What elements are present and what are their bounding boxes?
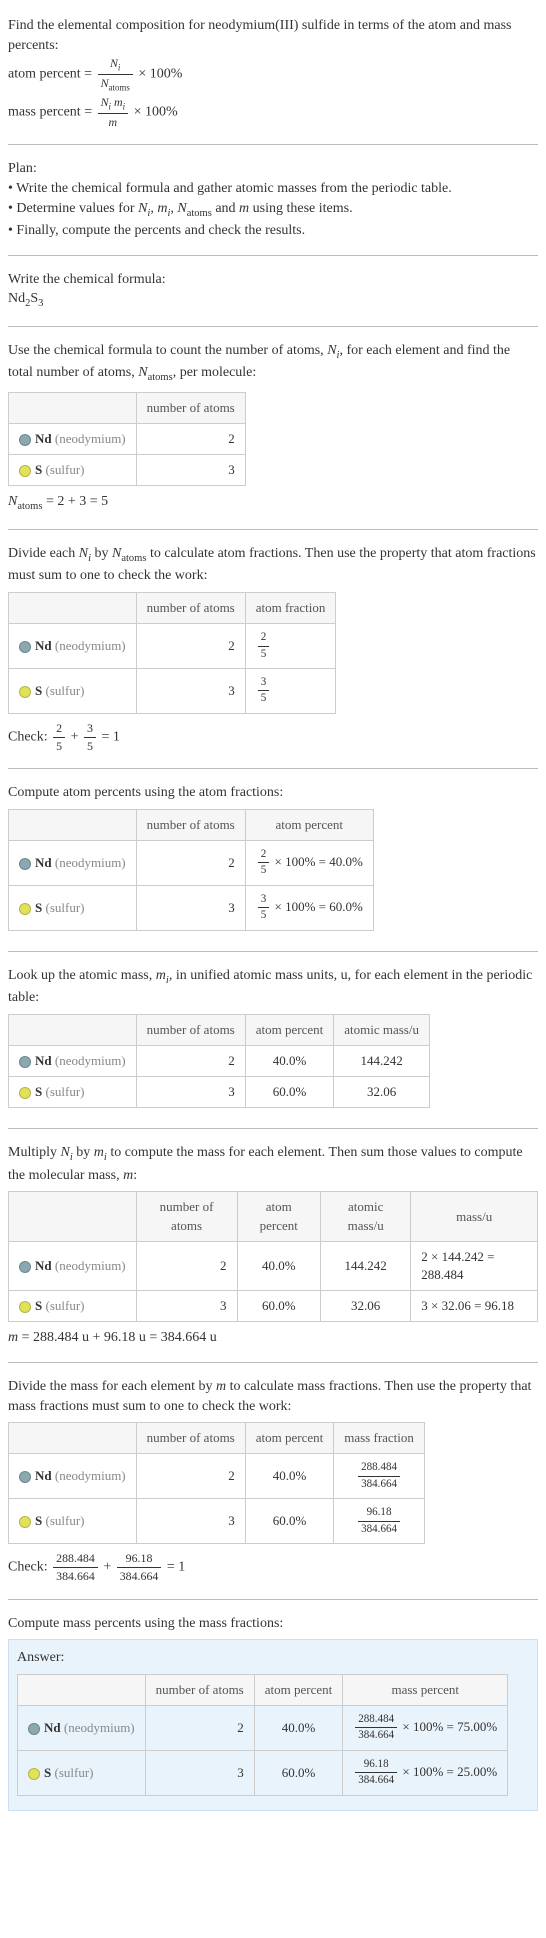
- element-color-dot: [19, 434, 31, 446]
- mass-percent-formula: mass percent = Ni mi m × 100%: [8, 94, 538, 131]
- element-color-dot: [28, 1768, 40, 1780]
- element-color-dot: [19, 1471, 31, 1483]
- element-color-dot: [19, 903, 31, 915]
- table-row: S (sulfur) 3 35: [9, 668, 336, 713]
- atomic-mass-block: Look up the atomic mass, mi, in unified …: [8, 958, 538, 1123]
- table-row: Nd (neodymium) 2: [9, 423, 246, 454]
- table-header-row: number of atoms atom percent: [9, 809, 374, 840]
- plan-title: Plan:: [8, 159, 538, 179]
- plan-bullet-2: • Determine values for Ni, mi, Natoms an…: [8, 199, 538, 221]
- molecular-mass-eq: m = 288.484 u + 96.18 u = 384.664 u: [8, 1328, 538, 1348]
- answer-title: Answer:: [17, 1648, 529, 1668]
- table-header-row: number of atoms atom percent atomic mass…: [9, 1192, 538, 1241]
- table-natoms: number of atoms Nd (neodymium) 2 S (sulf…: [8, 392, 246, 487]
- element-color-dot: [19, 465, 31, 477]
- times-100: × 100%: [138, 67, 182, 82]
- atom-fraction-text: Divide each Ni by Natoms to calculate at…: [8, 544, 538, 586]
- divider: [8, 144, 538, 145]
- table-header-row: number of atoms atom percent mass fracti…: [9, 1423, 425, 1454]
- divider: [8, 255, 538, 256]
- table-header-row: number of atoms atom fraction: [9, 592, 336, 623]
- times-100: × 100%: [134, 104, 178, 119]
- intro-text: Find the elemental composition for neody…: [8, 16, 538, 55]
- element-color-dot: [19, 858, 31, 870]
- check-mass-fraction: Check: 288.484384.664 + 96.18384.664 = 1: [8, 1550, 538, 1584]
- mass-percent-text: Compute mass percents using the mass fra…: [8, 1614, 538, 1634]
- divider: [8, 529, 538, 530]
- table-header-row: number of atoms atom percent atomic mass…: [9, 1014, 430, 1045]
- element-color-dot: [28, 1723, 40, 1735]
- table-row: S (sulfur) 3 60.0% 96.18384.664: [9, 1499, 425, 1544]
- divider: [8, 768, 538, 769]
- divider: [8, 1599, 538, 1600]
- table-answer: number of atoms atom percent mass percen…: [17, 1674, 508, 1796]
- mass-fraction-text: Divide the mass for each element by m to…: [8, 1377, 538, 1416]
- element-color-dot: [19, 1087, 31, 1099]
- table-mass-fraction: number of atoms atom percent mass fracti…: [8, 1422, 425, 1544]
- table-header-row: number of atoms: [9, 392, 246, 423]
- plan-block: Plan: • Write the chemical formula and g…: [8, 151, 538, 248]
- table-row: S (sulfur) 3 35 × 100% = 60.0%: [9, 885, 374, 930]
- table-row: S (sulfur) 3 60.0% 32.06 3 × 32.06 = 96.…: [9, 1291, 538, 1322]
- chem-title: Write the chemical formula:: [8, 270, 538, 290]
- element-color-dot: [19, 1516, 31, 1528]
- chem-formula: Nd2S3: [8, 289, 538, 311]
- divider: [8, 1128, 538, 1129]
- element-color-dot: [19, 686, 31, 698]
- atomic-mass-text: Look up the atomic mass, mi, in unified …: [8, 966, 538, 1008]
- table-row: Nd (neodymium) 2 40.0% 288.484384.664 × …: [18, 1705, 508, 1750]
- lbl: atom percent =: [8, 67, 92, 82]
- natoms-eq: Natoms = 2 + 3 = 5: [8, 492, 538, 514]
- divider: [8, 326, 538, 327]
- mass-fraction-block: Divide the mass for each element by m to…: [8, 1369, 538, 1593]
- table-header-row: number of atoms atom percent mass percen…: [18, 1674, 508, 1705]
- atom-percent-text: Compute atom percents using the atom fra…: [8, 783, 538, 803]
- element-color-dot: [19, 1301, 31, 1313]
- element-color-dot: [19, 1261, 31, 1273]
- table-row: Nd (neodymium) 2 25: [9, 624, 336, 669]
- check-atom-fraction: Check: 25 + 35 = 1: [8, 720, 538, 754]
- divider: [8, 1362, 538, 1363]
- plan-bullet-3: • Finally, compute the percents and chec…: [8, 221, 538, 241]
- table-row: Nd (neodymium) 2 40.0% 144.242: [9, 1046, 430, 1077]
- fraction: Ni Natoms: [98, 55, 133, 94]
- element-color-dot: [19, 641, 31, 653]
- answer-box: Answer: number of atoms atom percent mas…: [8, 1639, 538, 1811]
- table-atom-fraction: number of atoms atom fraction Nd (neodym…: [8, 592, 336, 714]
- mass-compute-block: Multiply Ni by mi to compute the mass fo…: [8, 1135, 538, 1356]
- table-mass: number of atoms atom percent atomic mass…: [8, 1191, 538, 1322]
- table-row: S (sulfur) 3 60.0% 96.18384.664 × 100% =…: [18, 1750, 508, 1795]
- mass-compute-text: Multiply Ni by mi to compute the mass fo…: [8, 1143, 538, 1185]
- divider: [8, 951, 538, 952]
- table-atom-percent: number of atoms atom percent Nd (neodymi…: [8, 809, 374, 931]
- table-row: Nd (neodymium) 2 40.0% 288.484384.664: [9, 1454, 425, 1499]
- natoms-block: Use the chemical formula to count the nu…: [8, 333, 538, 523]
- chem-formula-block: Write the chemical formula: Nd2S3: [8, 262, 538, 320]
- element-color-dot: [19, 1056, 31, 1068]
- table-atomic-mass: number of atoms atom percent atomic mass…: [8, 1014, 430, 1109]
- table-row: S (sulfur) 3: [9, 455, 246, 486]
- plan-bullet-1: • Write the chemical formula and gather …: [8, 179, 538, 199]
- table-row: S (sulfur) 3 60.0% 32.06: [9, 1077, 430, 1108]
- fraction: Ni mi m: [98, 94, 128, 131]
- col-num-atoms: number of atoms: [136, 392, 245, 423]
- atom-percent-formula: atom percent = Ni Natoms × 100%: [8, 55, 538, 94]
- table-row: Nd (neodymium) 2 40.0% 144.242 2 × 144.2…: [9, 1241, 538, 1290]
- natoms-text: Use the chemical formula to count the nu…: [8, 341, 538, 386]
- intro-block: Find the elemental composition for neody…: [8, 8, 538, 138]
- lbl: mass percent =: [8, 104, 92, 119]
- mass-percent-block: Compute mass percents using the mass fra…: [8, 1606, 538, 1819]
- table-row: Nd (neodymium) 2 25 × 100% = 40.0%: [9, 840, 374, 885]
- atom-percent-block: Compute atom percents using the atom fra…: [8, 775, 538, 945]
- atom-fraction-block: Divide each Ni by Natoms to calculate at…: [8, 536, 538, 762]
